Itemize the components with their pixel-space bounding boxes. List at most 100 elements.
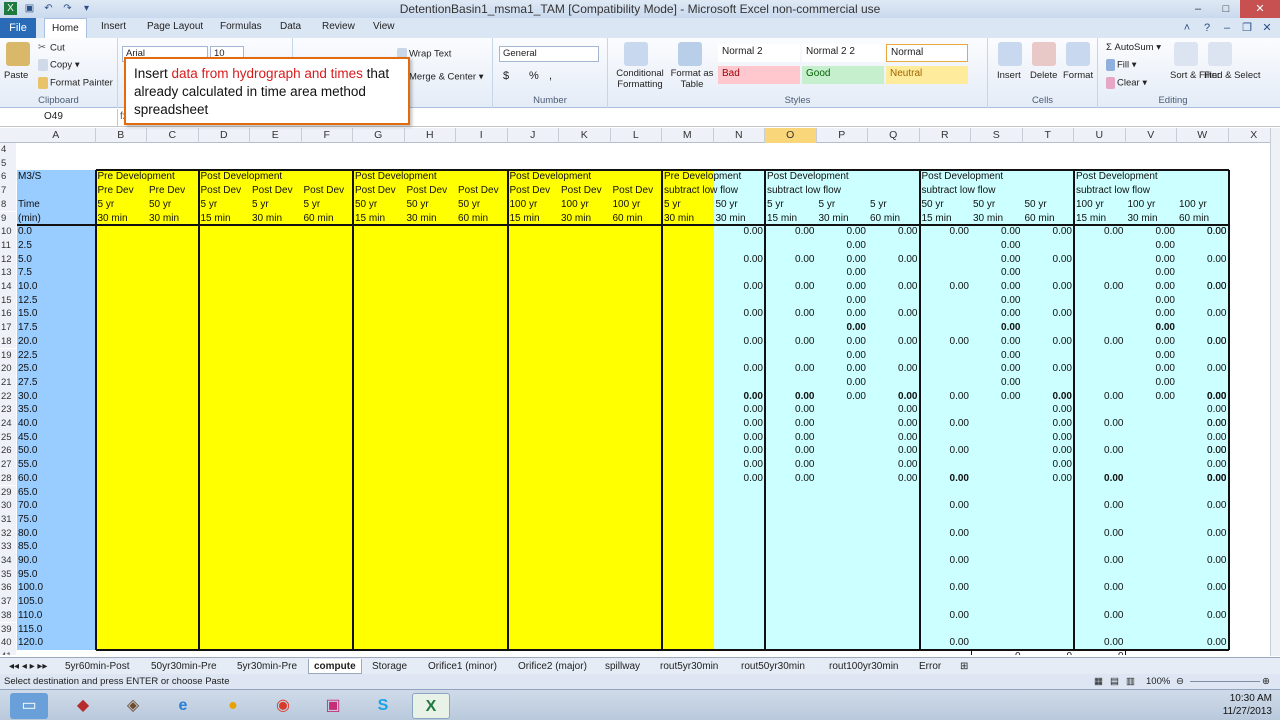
row-header-35[interactable]: 35 [0,567,16,582]
column-header-c[interactable]: C [147,128,199,143]
time-value-12[interactable]: 5.0 [18,253,95,267]
time-value-11[interactable]: 2.5 [18,239,95,253]
cell-r26[interactable]: 0.00 [921,444,969,458]
cell-s10[interactable]: 0.00 [972,225,1020,239]
cell-t14[interactable]: 0.00 [1024,280,1072,294]
column-header-a[interactable]: A [17,128,96,143]
time-value-28[interactable]: 60.0 [18,472,95,486]
tab-page-layout[interactable]: Page Layout [147,21,203,32]
column-header-o[interactable]: O [765,128,817,143]
row-header-22[interactable]: 22 [0,389,16,404]
column-header-h[interactable]: H [405,128,456,143]
zoom-in-icon[interactable]: ⊕ [1262,674,1270,689]
format-cells-button[interactable]: Format [1063,70,1093,81]
cell-s14[interactable]: 0.00 [972,280,1020,294]
cell-o18[interactable]: 0.00 [766,335,814,349]
time-value-37[interactable]: 105.0 [18,595,95,609]
row-header-8[interactable]: 8 [0,197,16,212]
cell-q22[interactable]: 0.00 [869,390,917,404]
time-value-39[interactable]: 115.0 [18,623,95,637]
row-header-38[interactable]: 38 [0,608,16,623]
tab-home[interactable]: Home [44,18,87,38]
format-as-table-button[interactable]: Format as Table [670,68,714,90]
cell-u34[interactable]: 0.00 [1075,554,1123,568]
cell-n23[interactable]: 0.00 [715,403,763,417]
sheet-tab-rout50yr30min[interactable]: rout50yr30min [736,659,810,674]
cell-u10[interactable]: 0.00 [1075,225,1123,239]
cell-w27[interactable]: 0.00 [1178,458,1226,472]
style-good[interactable]: Good [802,66,884,84]
cell-p10[interactable]: 0.00 [818,225,866,239]
app-icon-2[interactable]: ◈ [114,693,152,719]
cell-w10[interactable]: 0.00 [1178,225,1226,239]
sheet-tab-orifice2-major[interactable]: Orifice2 (major) [513,659,592,674]
cell-w16[interactable]: 0.00 [1178,307,1226,321]
time-value-36[interactable]: 100.0 [18,581,95,595]
cell-q20[interactable]: 0.00 [869,362,917,376]
row-header-37[interactable]: 37 [0,595,16,609]
row-header-7[interactable]: 7 [0,184,16,198]
cell-t18[interactable]: 0.00 [1024,335,1072,349]
cell-v19[interactable]: 0.00 [1127,349,1175,363]
cell-v22[interactable]: 0.00 [1127,390,1175,404]
row-header-19[interactable]: 19 [0,348,16,363]
cell-r10[interactable]: 0.00 [921,225,969,239]
tab-review[interactable]: Review [322,21,355,32]
time-value-15[interactable]: 12.5 [18,294,95,308]
file-explorer-icon[interactable]: ▭ [10,693,48,719]
cell-s18[interactable]: 0.00 [972,335,1020,349]
cell-v14[interactable]: 0.00 [1127,280,1175,294]
time-value-32[interactable]: 80.0 [18,527,95,541]
row-header-15[interactable]: 15 [0,293,16,308]
tab-formulas[interactable]: Formulas [220,21,262,32]
cell-s19[interactable]: 0.00 [972,349,1020,363]
cell-v13[interactable]: 0.00 [1127,266,1175,280]
column-header-e[interactable]: E [250,128,302,143]
cell-w20[interactable]: 0.00 [1178,362,1226,376]
cell-q12[interactable]: 0.00 [869,253,917,267]
time-value-16[interactable]: 15.0 [18,307,95,321]
cell-q26[interactable]: 0.00 [869,444,917,458]
cell-o20[interactable]: 0.00 [766,362,814,376]
cell-r36[interactable]: 0.00 [921,581,969,595]
sheet-tab-spillway[interactable]: spillway [600,659,645,674]
style-normal[interactable]: Normal [886,44,968,62]
cell-n28[interactable]: 0.00 [715,472,763,486]
row-header-11[interactable]: 11 [0,238,16,253]
column-header-g[interactable]: G [353,128,405,143]
column-header-w[interactable]: W [1177,128,1229,143]
time-value-26[interactable]: 50.0 [18,444,95,458]
cell-t12[interactable]: 0.00 [1024,253,1072,267]
cell-p21[interactable]: 0.00 [818,376,866,390]
fill-button[interactable]: Fill ▾ [1106,59,1137,71]
row-header-12[interactable]: 12 [0,252,16,267]
cell-t23[interactable]: 0.00 [1024,403,1072,417]
time-value-33[interactable]: 85.0 [18,540,95,554]
row-header-40[interactable]: 40 [0,636,16,650]
find-select-button[interactable]: Find & Select [1204,70,1261,81]
row-header-18[interactable]: 18 [0,334,16,349]
window-restore-icon[interactable]: ❐ [1240,21,1254,35]
cell-p18[interactable]: 0.00 [818,335,866,349]
cell-s11[interactable]: 0.00 [972,239,1020,253]
window-minimize-icon[interactable]: – [1220,21,1234,35]
zoom-level[interactable]: 100% [1146,674,1170,689]
column-header-t[interactable]: T [1023,128,1074,143]
number-format-combo[interactable]: General [499,46,599,62]
time-value-35[interactable]: 95.0 [18,568,95,582]
row-header-13[interactable]: 13 [0,266,16,280]
row-header-27[interactable]: 27 [0,458,16,472]
sheet-tab-5yr30min-pre[interactable]: 5yr30min-Pre [232,659,302,674]
row-header-36[interactable]: 36 [0,581,16,596]
row-header-23[interactable]: 23 [0,403,16,417]
time-value-14[interactable]: 10.0 [18,280,95,294]
row-header-5[interactable]: 5 [0,156,16,171]
cell-q18[interactable]: 0.00 [869,335,917,349]
cell-u14[interactable]: 0.00 [1075,280,1123,294]
column-header-f[interactable]: F [302,128,353,143]
cell-t26[interactable]: 0.00 [1024,444,1072,458]
time-value-13[interactable]: 7.5 [18,266,95,280]
row-header-24[interactable]: 24 [0,417,16,431]
cell-v21[interactable]: 0.00 [1127,376,1175,390]
chrome-icon[interactable]: ◉ [264,693,302,719]
